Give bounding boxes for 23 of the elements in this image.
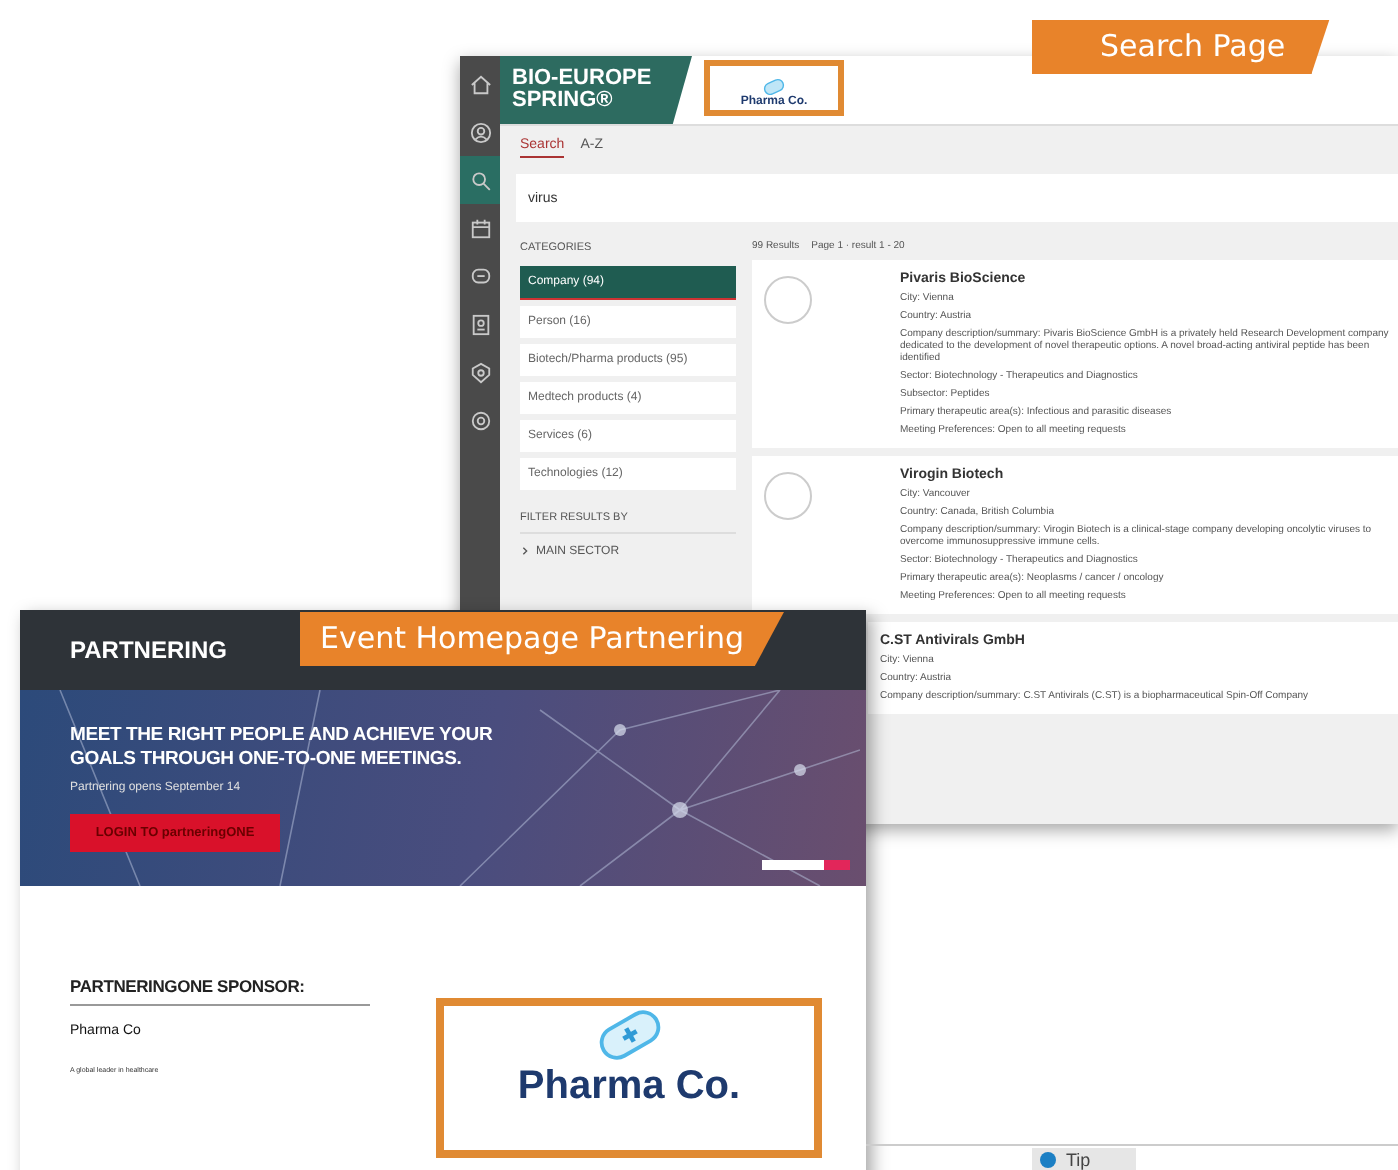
home-icon bbox=[469, 73, 491, 95]
person-icon bbox=[469, 121, 491, 143]
badge-icon bbox=[469, 361, 491, 383]
section-title: PARTNERING bbox=[70, 636, 227, 664]
result-card[interactable] bbox=[752, 456, 1398, 614]
brand-logo-icon bbox=[762, 860, 850, 870]
sponsor-logo: Pharma Co. bbox=[436, 998, 822, 1158]
company-logo-icon bbox=[764, 276, 812, 324]
contacts-icon bbox=[469, 313, 491, 335]
sponsor-heading: PARTNERINGONE SPONSOR: bbox=[70, 976, 370, 1006]
caption-tag: Event Homepage Partnering bbox=[300, 612, 784, 666]
banner-headline: MEET THE RIGHT PEOPLE AND ACHIEVE YOUR GOALS THROUGH ONE-TO-ONE MEETINGS. bbox=[70, 724, 495, 772]
settings-icon bbox=[469, 409, 491, 431]
calendar-icon bbox=[469, 217, 491, 239]
chat-icon bbox=[469, 265, 491, 287]
result-card[interactable] bbox=[752, 260, 1398, 448]
event-logo: BIO-EUROPE SPRING® bbox=[500, 56, 692, 124]
info-icon bbox=[1040, 1151, 1056, 1167]
caption-tag: Search Page bbox=[1032, 20, 1330, 74]
search-icon bbox=[469, 169, 491, 191]
tip-button[interactable]: Tip bbox=[1032, 1148, 1136, 1170]
company-logo-icon bbox=[764, 472, 812, 520]
caret-icon bbox=[520, 546, 530, 556]
